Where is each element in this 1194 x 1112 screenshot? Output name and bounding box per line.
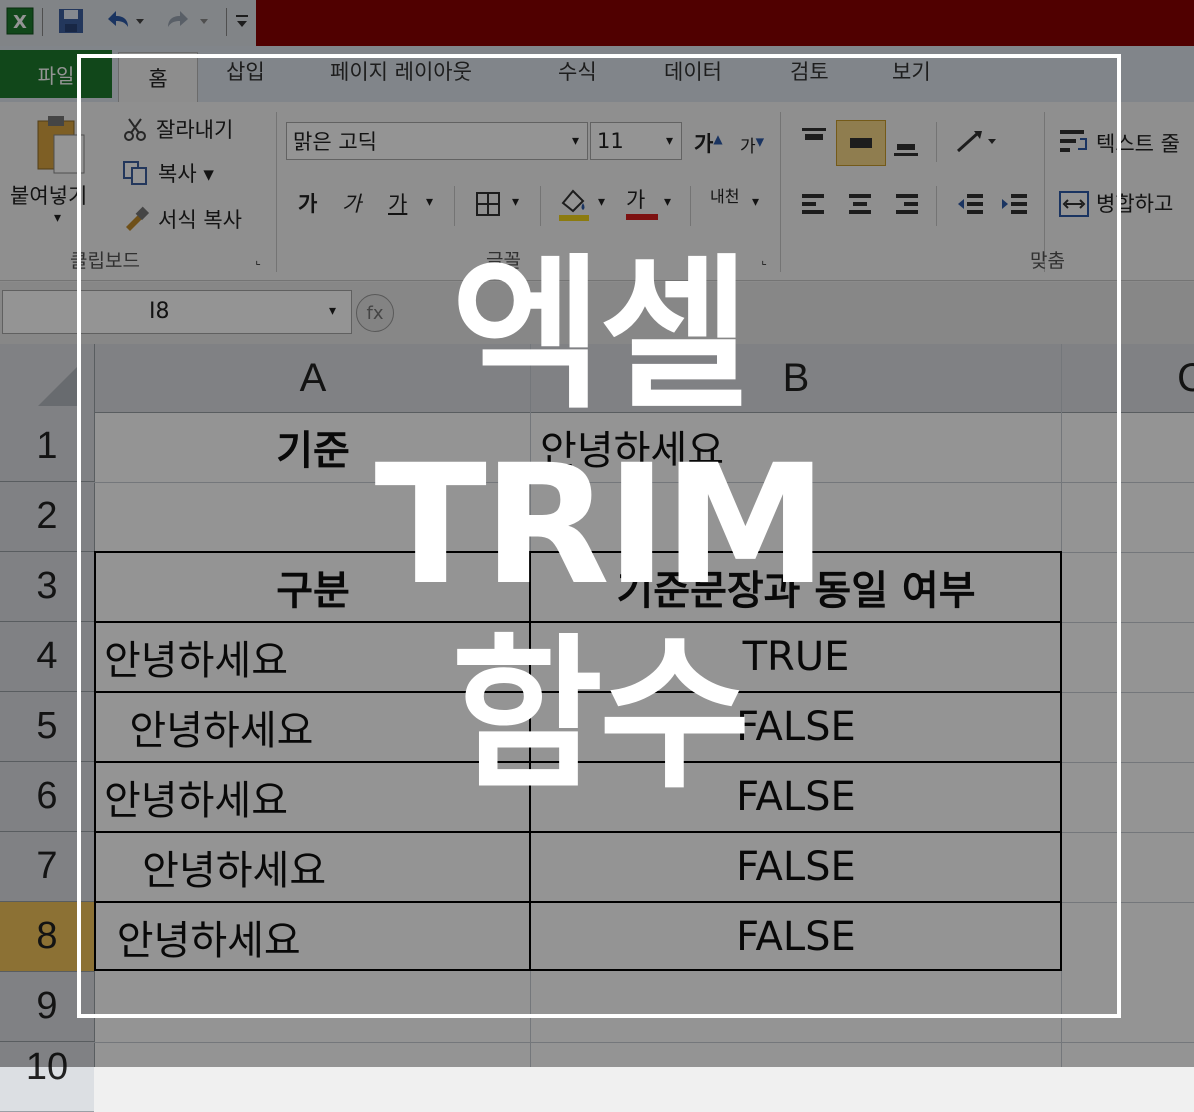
overlay-title: 엑셀 TRIM 함수	[77, 240, 1121, 810]
overlay-title-line2: TRIM	[374, 429, 827, 621]
overlay-title-line3: 함수	[451, 619, 751, 811]
overlay-title-line1: 엑셀	[451, 239, 751, 431]
